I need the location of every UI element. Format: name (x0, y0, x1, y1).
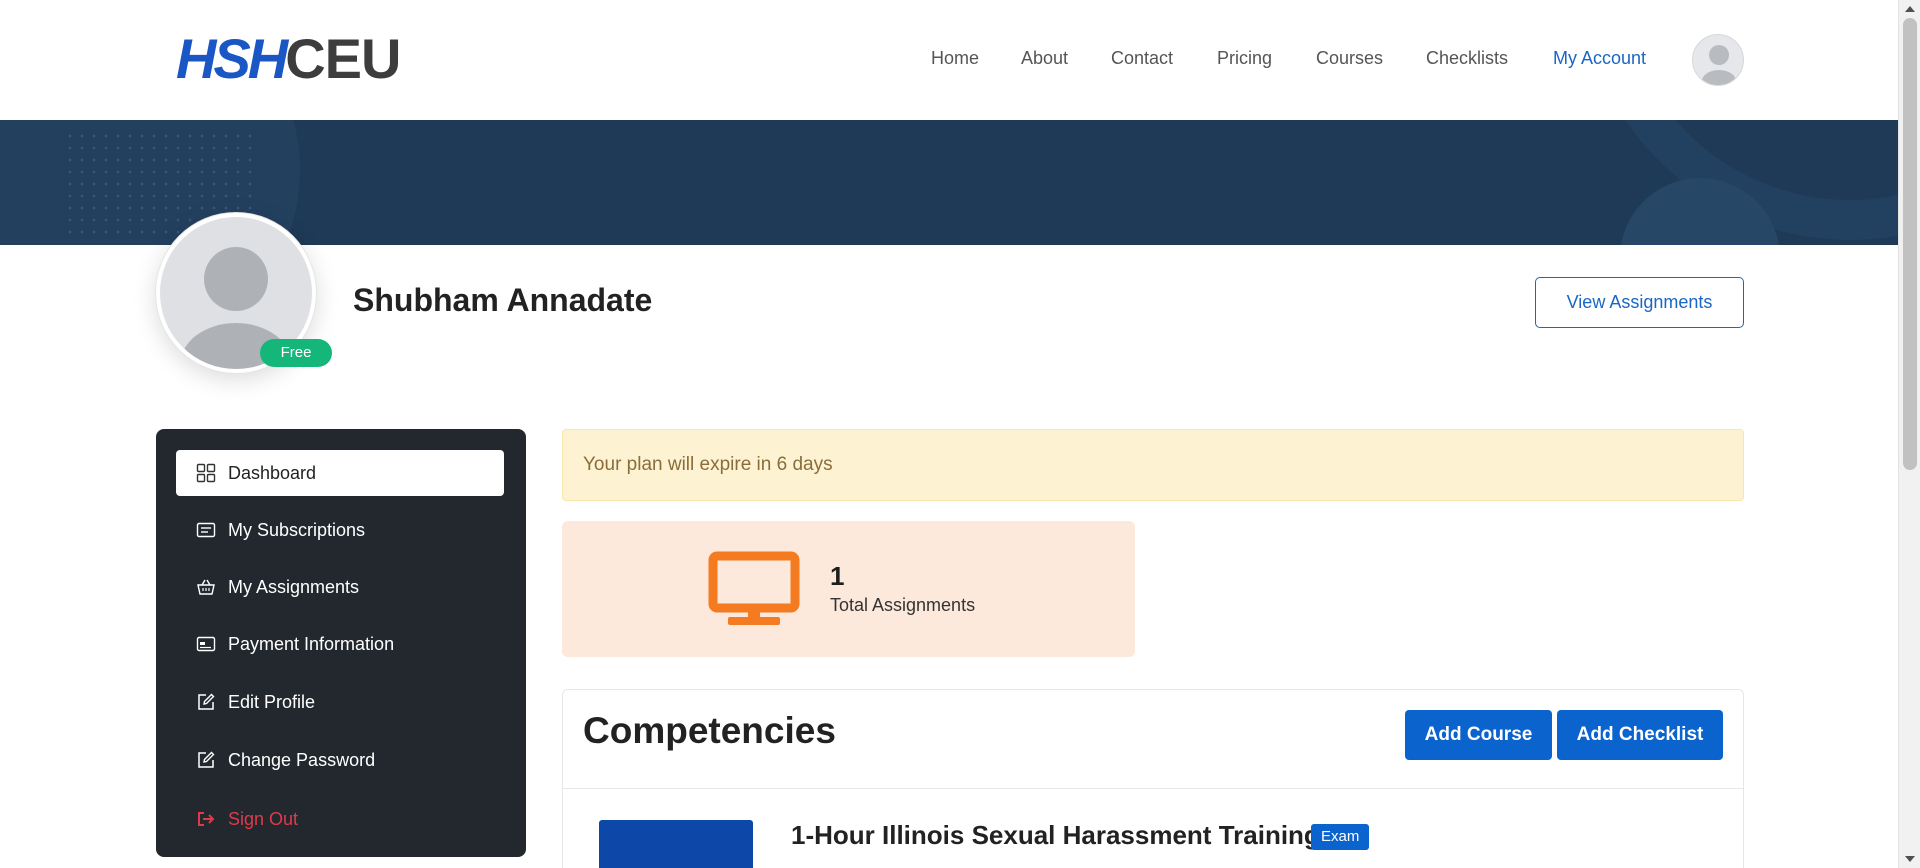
view-assignments-button[interactable]: View Assignments (1535, 277, 1744, 328)
account-sidebar: Dashboard My Subscriptions My Assignment… (156, 429, 526, 857)
competencies-panel: Competencies Add Course Add Checklist 1-… (562, 689, 1744, 868)
nav-about[interactable]: About (1021, 48, 1068, 69)
dashboard-icon (196, 463, 216, 483)
sidebar-item-label: Edit Profile (228, 691, 316, 712)
profile-banner (0, 120, 1898, 245)
exam-badge: Exam (1311, 824, 1370, 850)
page-scrollbar[interactable] (1898, 0, 1920, 868)
sidebar-item-label: My Assignments (228, 576, 360, 597)
sidebar-item-dashboard[interactable]: Dashboard (176, 450, 504, 496)
edit-icon (196, 750, 216, 770)
total-assignments-card: 1 Total Assignments (562, 521, 1135, 657)
user-name: Shubham Annadate (353, 282, 653, 318)
sidebar-item-change-password[interactable]: Change Password (176, 737, 504, 783)
scroll-down-arrow-icon[interactable] (1905, 856, 1915, 862)
user-avatar[interactable] (1692, 34, 1744, 86)
nav-courses[interactable]: Courses (1316, 48, 1383, 69)
sidebar-item-payment[interactable]: Payment Information (176, 621, 504, 667)
main-nav: Home About Contact Pricing Courses Check… (0, 48, 1898, 72)
nav-home[interactable]: Home (931, 48, 979, 69)
basket-icon (196, 577, 216, 597)
sidebar-item-subscriptions[interactable]: My Subscriptions (176, 507, 504, 553)
scroll-up-arrow-icon[interactable] (1905, 6, 1915, 12)
total-assignments-count: 1 (830, 561, 845, 591)
sign-out-icon (196, 809, 216, 829)
sidebar-item-sign-out[interactable]: Sign Out (176, 796, 504, 842)
total-assignments-label: Total Assignments (830, 595, 976, 615)
nav-contact[interactable]: Contact (1111, 48, 1173, 69)
sidebar-item-label: Sign Out (228, 808, 299, 829)
scrollbar-thumb[interactable] (1903, 18, 1917, 470)
course-thumbnail[interactable] (599, 820, 753, 868)
competencies-title: Competencies (583, 710, 836, 751)
payment-card-icon (196, 634, 216, 654)
divider (563, 788, 1743, 789)
plan-badge: Free (260, 339, 332, 367)
add-course-button[interactable]: Add Course (1405, 710, 1552, 760)
add-checklist-button[interactable]: Add Checklist (1557, 710, 1723, 760)
monitor-icon (708, 551, 800, 625)
plan-expiry-alert: Your plan will expire in 6 days (562, 429, 1744, 501)
course-title[interactable]: 1-Hour Illinois Sexual Harassment Traini… (791, 820, 1320, 851)
subscriptions-icon (196, 520, 216, 540)
edit-icon (196, 692, 216, 712)
sidebar-item-label: Dashboard (228, 462, 317, 483)
sidebar-item-label: Payment Information (228, 633, 395, 654)
sidebar-item-assignments[interactable]: My Assignments (176, 564, 504, 610)
sidebar-item-label: Change Password (228, 749, 376, 770)
nav-my-account[interactable]: My Account (1553, 48, 1646, 69)
nav-pricing[interactable]: Pricing (1217, 48, 1272, 69)
nav-checklists[interactable]: Checklists (1426, 48, 1508, 69)
sidebar-item-label: My Subscriptions (228, 519, 366, 540)
user-silhouette-icon (1702, 45, 1736, 85)
sidebar-item-edit-profile[interactable]: Edit Profile (176, 679, 504, 725)
site-header: HSH CEU Home About Contact Pricing Cours… (0, 0, 1898, 120)
